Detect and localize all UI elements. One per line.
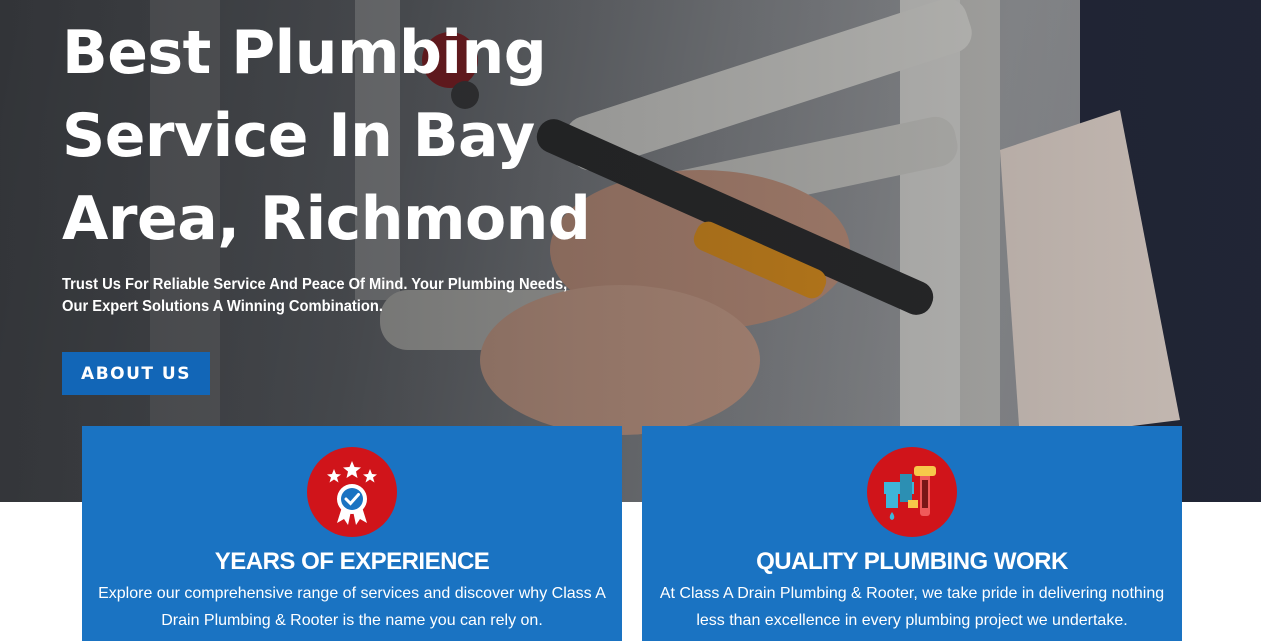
- feature-title: YEARS OF EXPERIENCE: [214, 548, 490, 575]
- hero-title: Best Plumbing Service In Bay Area, Richm…: [62, 18, 591, 254]
- feature-card-experience: YEARS OF EXPERIENCE Explore our comprehe…: [82, 426, 622, 641]
- feature-text: Explore our comprehensive range of servi…: [98, 585, 606, 629]
- feature-title: QUALITY PLUMBING WORK: [756, 548, 1068, 575]
- hero-subtitle: Trust Us For Reliable Service And Peace …: [62, 276, 568, 315]
- about-us-button[interactable]: ABOUT US: [62, 352, 210, 395]
- pipe-wrench-icon: [867, 447, 957, 537]
- feature-card-quality: QUALITY PLUMBING WORK At Class A Drain P…: [642, 426, 1182, 641]
- feature-text: At Class A Drain Plumbing & Rooter, we t…: [659, 585, 1165, 629]
- award-badge-icon: [307, 447, 397, 537]
